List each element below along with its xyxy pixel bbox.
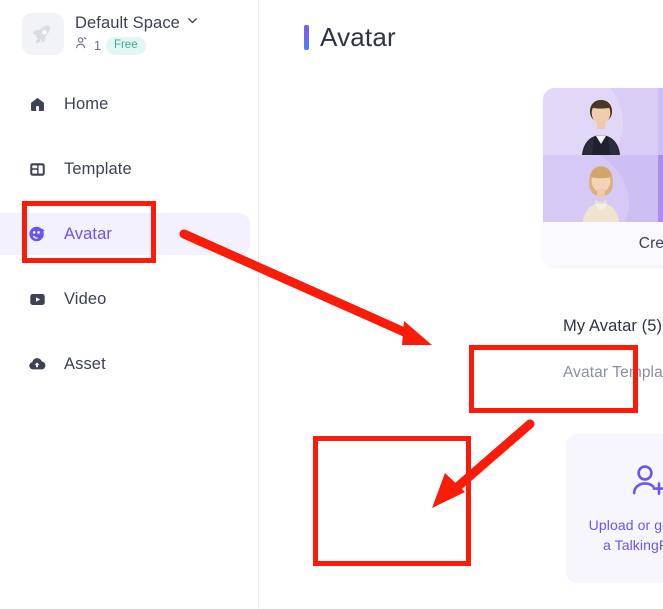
avatar-tabs: Avatar Template (5) TalkingPhoto (2) Av [563,364,663,394]
promo-avatar-grid [543,88,663,222]
sidebar-item-label: Template [64,159,132,178]
sidebar-item-asset[interactable]: Asset [0,343,259,385]
title-accent-bar [304,25,309,50]
tab-avatar-template[interactable]: Avatar Template (5) [563,364,663,394]
sidebar-item-template[interactable]: Template [0,148,259,190]
create-avatar-label: Creat [638,235,663,252]
avatar-icon [26,224,48,244]
app-root: Default Space 1 Free Home Template Avata… [0,0,663,609]
member-icon [75,36,89,55]
upload-card-line2: a TalkingPhoto [602,536,663,553]
space-meta: Default Space 1 Free [75,13,200,55]
user-plus-icon [629,463,663,506]
promo-figure-icon [582,166,619,222]
space-name-row[interactable]: Default Space [75,13,200,33]
home-icon [26,95,48,114]
sidebar-item-label: Home [64,94,109,113]
space-switcher[interactable]: Default Space 1 Free [22,13,200,55]
rocket-icon [22,13,64,55]
chevron-down-icon[interactable] [185,13,200,33]
my-avatar-section-title: My Avatar (5) [563,317,663,335]
page-title-row: Avatar [304,22,396,53]
page-title: Avatar [320,22,396,52]
sidebar: Default Space 1 Free Home Template Avata… [0,0,259,609]
upload-card-text: Upload or generate a TalkingPhoto [589,515,663,555]
sidebar-item-label: Avatar [64,224,112,243]
main-content: Avatar Cre My Avatar (5) Avatar Templa U… [259,0,663,609]
upload-card-line1: Upload or generate [588,516,663,533]
promo-figure-icon [581,100,620,155]
promo-avatar-2 [658,88,663,155]
avatar-grid: Upload or generate a TalkingPhoto [566,434,663,583]
space-name: Default Space [75,13,180,32]
sidebar-item-label: Asset [64,354,106,373]
sidebar-item-label: Video [64,289,107,308]
template-icon [26,160,48,179]
upload-talkingphoto-card[interactable]: Upload or generate a TalkingPhoto [566,434,663,583]
sidebar-item-home[interactable]: Home [0,83,259,125]
create-avatar-card[interactable]: Creat [543,88,663,266]
plan-badge: Free [105,36,146,55]
space-plan-row: 1 Free [75,36,200,55]
promo-avatar-4 [658,155,663,222]
promo-avatar-1 [543,88,658,155]
sidebar-item-avatar[interactable]: Avatar [0,213,250,255]
video-icon [26,290,48,309]
member-count: 1 [94,38,101,53]
asset-cloud-icon [26,354,48,374]
sidebar-item-video[interactable]: Video [0,278,259,320]
sidebar-nav: Home Template Avatar Video Asset [0,83,259,408]
promo-avatar-3 [543,155,658,222]
